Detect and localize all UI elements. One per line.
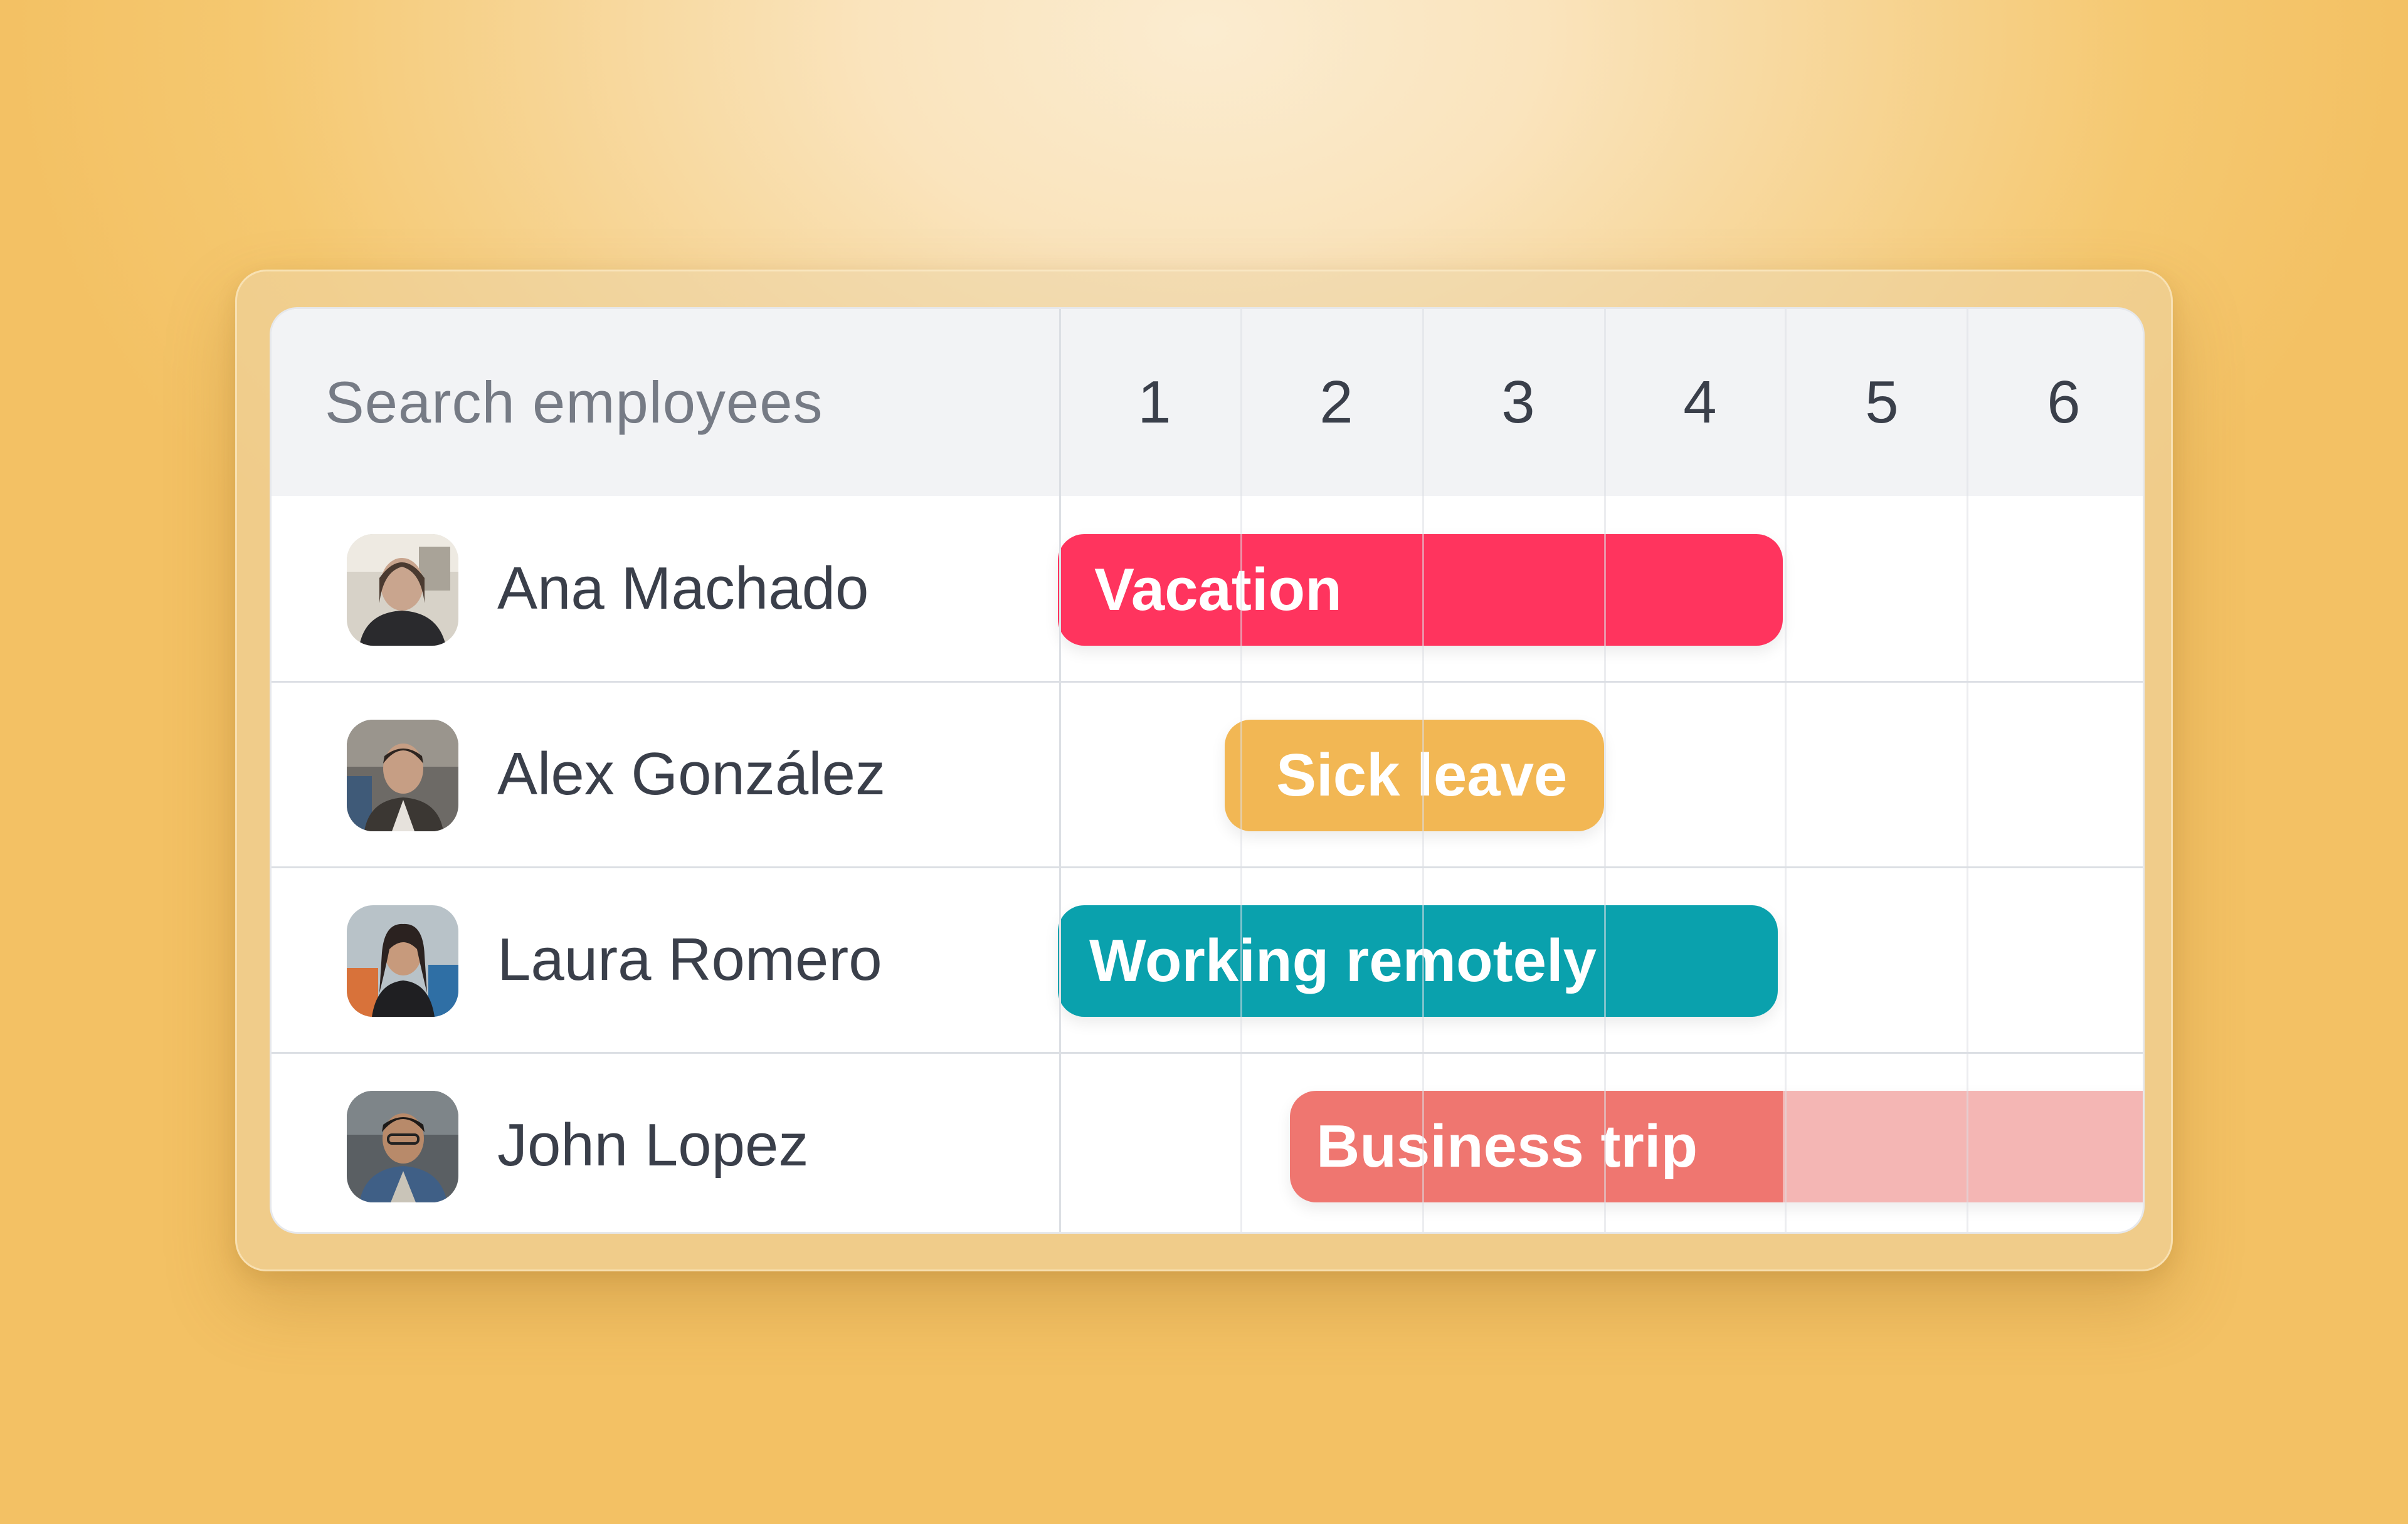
search-input[interactable] [325, 309, 952, 496]
event-bar-business-trip[interactable]: Business trip [1290, 1091, 2143, 1202]
column-divider [1059, 309, 1061, 1232]
employee-name[interactable]: Alex González [497, 681, 885, 867]
column-divider [1240, 309, 1242, 1232]
day-header-6: 6 [2047, 369, 2081, 436]
schedule-card: 1 2 3 4 5 6 Ana Machado Alex González [270, 307, 2145, 1234]
day-header-5: 5 [1865, 369, 1899, 436]
employee-name[interactable]: Ana Machado [497, 496, 869, 681]
event-bar-sick-leave[interactable]: Sick leave [1225, 720, 1604, 831]
day-header-4: 4 [1683, 369, 1717, 436]
column-divider [1604, 309, 1606, 1232]
column-divider [1785, 309, 1787, 1232]
day-header-2: 2 [1319, 369, 1353, 436]
column-divider [1422, 309, 1424, 1232]
event-label: Working remotely [1089, 927, 1597, 994]
employee-name[interactable]: John Lopez [497, 1053, 808, 1232]
avatar-alex-gonzalez [347, 720, 458, 831]
event-label: Vacation [1094, 556, 1342, 623]
avatar-ana-machado [347, 534, 458, 646]
column-divider [1967, 309, 1968, 1232]
event-bar-vacation[interactable]: Vacation [1058, 534, 1783, 646]
event-bar-working-remotely[interactable]: Working remotely [1058, 905, 1778, 1017]
avatar-laura-romero [347, 905, 458, 1017]
day-header-1: 1 [1138, 369, 1171, 436]
avatar-john-lopez [347, 1091, 458, 1202]
event-label: Business trip [1316, 1113, 1698, 1180]
employee-name[interactable]: Laura Romero [497, 867, 882, 1053]
day-header-3: 3 [1501, 369, 1535, 436]
